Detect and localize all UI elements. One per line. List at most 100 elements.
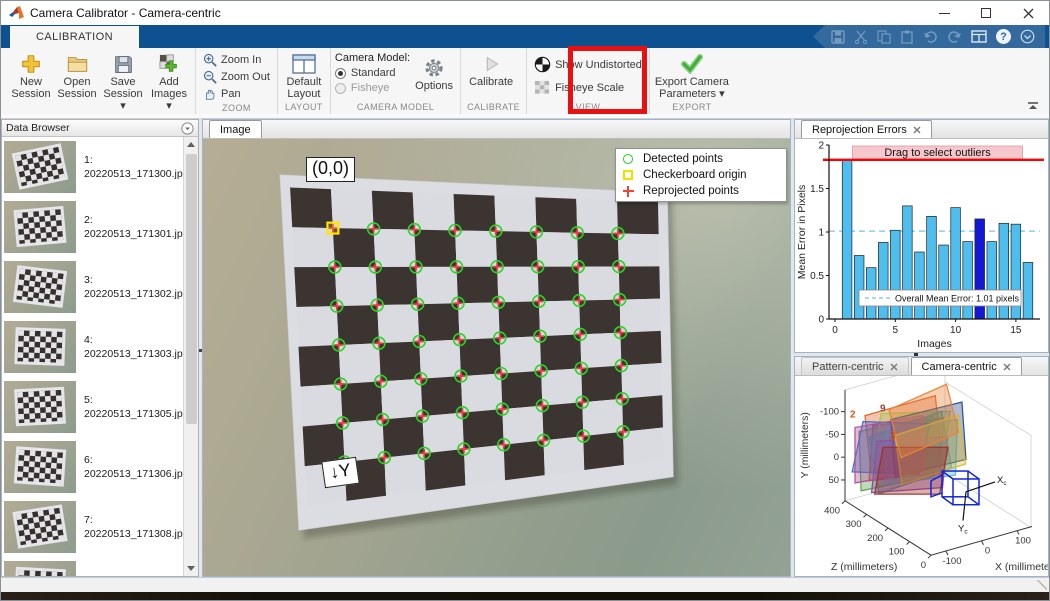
resize-grip[interactable] xyxy=(1037,580,1047,590)
svg-text:50: 50 xyxy=(828,475,839,486)
image-index: 3: xyxy=(84,273,183,287)
new-session-button[interactable]: NewSession xyxy=(9,50,53,100)
svg-text:10: 10 xyxy=(950,325,962,336)
help-icon[interactable]: ? xyxy=(996,29,1011,44)
vertical-splitter[interactable] xyxy=(199,119,202,577)
show-undistorted-button[interactable]: Show Undistorted xyxy=(531,55,645,74)
radio-unselected-icon xyxy=(335,83,346,94)
image-list-item[interactable]: 2:20220513_171301.jpg xyxy=(2,197,183,257)
reprojection-errors-chart[interactable]: Drag to select outliers00.511.52051015Im… xyxy=(795,139,1048,352)
paste-icon[interactable] xyxy=(900,30,914,44)
tab-reprojection-errors[interactable]: Reprojection Errors xyxy=(801,120,932,138)
show-undistorted-icon xyxy=(534,56,551,73)
group-label-export: EXPORT xyxy=(654,101,730,114)
tab-calibration[interactable]: CALIBRATION xyxy=(9,25,140,48)
collapse-ribbon-icon[interactable] xyxy=(1027,101,1039,111)
group-label-layout: LAYOUT xyxy=(282,101,326,114)
svg-text:2: 2 xyxy=(818,141,824,152)
y-axis-label: Mean Error in Pixels xyxy=(796,185,808,280)
camera-centric-plot[interactable]: -100-50050Y (millimeters)4003002001000Z … xyxy=(795,376,1048,576)
tab-pattern-centric[interactable]: Pattern-centric xyxy=(801,357,909,375)
scroll-down-icon xyxy=(187,566,195,571)
save-icon[interactable] xyxy=(831,30,845,44)
horizontal-splitter[interactable] xyxy=(794,353,1049,356)
legend-checkerboard-origin: Checkerboard origin xyxy=(622,169,780,181)
copy-icon[interactable] xyxy=(877,30,891,44)
zoom-in-icon xyxy=(203,53,217,67)
zoom-in-button[interactable]: Zoom In xyxy=(200,52,273,68)
zoom-out-icon xyxy=(203,70,217,84)
standard-radio[interactable]: Standard xyxy=(335,67,410,79)
zoom-out-button[interactable]: Zoom Out xyxy=(200,69,273,85)
svg-text:0: 0 xyxy=(832,325,838,336)
pan-button[interactable]: Pan xyxy=(200,86,273,102)
svg-text:100: 100 xyxy=(889,547,905,558)
image-panel: Image (0,0) ↓Y Detected points Checkerbo… xyxy=(202,119,791,577)
scrollbar-thumb[interactable] xyxy=(186,154,197,424)
fisheye-scale-button[interactable]: Fisheye Scale xyxy=(531,79,645,96)
close-tab-icon[interactable] xyxy=(890,363,898,371)
image-list-item[interactable]: 5:20220513_171305.jpg xyxy=(2,377,183,437)
scroll-down-button[interactable] xyxy=(184,561,199,576)
redo-icon[interactable] xyxy=(947,30,962,43)
minimize-button[interactable] xyxy=(923,1,965,25)
svg-text:0: 0 xyxy=(921,560,926,571)
origin-marker-icon xyxy=(623,170,633,180)
image-thumbnail xyxy=(4,201,76,253)
svg-text:-100: -100 xyxy=(820,407,839,418)
image-index: 2: xyxy=(84,213,183,227)
image-thumbnail xyxy=(4,441,76,493)
layout-icon[interactable] xyxy=(971,30,987,43)
close-tab-icon[interactable] xyxy=(913,126,921,134)
image-index: 5: xyxy=(84,393,183,407)
image-list: 1:20220513_171300.jpg2:20220513_171301.j… xyxy=(2,137,183,576)
options-button[interactable]: Options xyxy=(412,50,456,92)
image-list-item[interactable]: 3:20220513_171302.jpg xyxy=(2,257,183,317)
quick-access-toolbar: ? xyxy=(813,25,1045,48)
fisheye-scale-icon xyxy=(534,80,551,95)
image-legend: Detected points Checkerboard origin Repr… xyxy=(615,148,787,202)
image-thumbnail xyxy=(4,501,76,553)
open-session-button[interactable]: OpenSession xyxy=(55,50,99,100)
calibrate-button[interactable]: Calibrate xyxy=(465,50,517,88)
image-filename: 20220513_171303.jpg xyxy=(84,347,183,361)
image-list-item[interactable]: 7:20220513_171308.jpg xyxy=(2,497,183,557)
origin-label: (0,0) xyxy=(306,157,355,182)
image-list-item[interactable]: 4:20220513_171303.jpg xyxy=(2,317,183,377)
new-session-icon xyxy=(20,53,42,75)
vertical-splitter-right[interactable] xyxy=(791,119,794,577)
tab-camera-centric[interactable]: Camera-centric xyxy=(911,357,1022,375)
fisheye-radio[interactable]: Fisheye xyxy=(335,82,410,94)
save-session-button[interactable]: SaveSession ▾ xyxy=(101,50,145,112)
calibration-image[interactable]: (0,0) ↓Y Detected points Checkerboard or… xyxy=(203,139,790,576)
data-browser-scrollbar[interactable] xyxy=(183,137,198,576)
title-bar: Camera Calibrator - Camera-centric xyxy=(1,1,1049,25)
add-images-button[interactable]: AddImages ▾ xyxy=(147,50,191,112)
undo-icon[interactable] xyxy=(923,30,938,43)
reprojection-errors-panel: Reprojection Errors Drag to select outli… xyxy=(794,119,1049,353)
image-list-item[interactable]: 8: xyxy=(2,557,183,576)
cut-icon[interactable] xyxy=(854,30,868,44)
panel-menu-icon[interactable] xyxy=(181,122,194,135)
toolbar-options-icon[interactable] xyxy=(1020,29,1035,44)
add-images-icon xyxy=(158,53,181,76)
scroll-up-button[interactable] xyxy=(184,137,199,152)
image-filename: 20220513_171305.jpg xyxy=(84,407,183,421)
close-tab-icon[interactable] xyxy=(1003,363,1011,371)
svg-text:1.5: 1.5 xyxy=(810,184,824,195)
image-filename: 20220513_171308.jpg xyxy=(84,527,183,541)
status-bar xyxy=(1,577,1049,592)
pan-hand-icon xyxy=(203,87,217,101)
default-layout-button[interactable]: DefaultLayout xyxy=(282,50,326,100)
outlier-band-label: Drag to select outliers xyxy=(884,147,991,159)
image-list-item[interactable]: 1:20220513_171300.jpg xyxy=(2,137,183,197)
image-index: 4: xyxy=(84,333,183,347)
export-camera-parameters-button[interactable]: Export CameraParameters ▾ xyxy=(654,50,730,100)
svg-text:0: 0 xyxy=(985,546,990,557)
detected-point-icon xyxy=(623,154,633,164)
close-button[interactable] xyxy=(1007,1,1049,25)
window-title: Camera Calibrator - Camera-centric xyxy=(30,6,221,20)
image-list-item[interactable]: 6:20220513_171306.jpg xyxy=(2,437,183,497)
tab-image[interactable]: Image xyxy=(209,120,262,138)
maximize-button[interactable] xyxy=(965,1,1007,25)
